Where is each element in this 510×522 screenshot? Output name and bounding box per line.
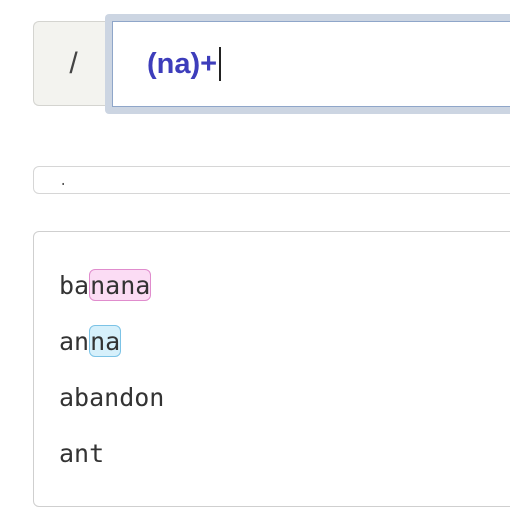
regex-pattern-text: (na)+ <box>147 47 218 80</box>
regex-delimiter: / <box>33 21 113 106</box>
test-string-line: anna <box>59 324 122 360</box>
test-string-line: abandon <box>59 380 164 416</box>
flags-text: . <box>59 174 68 190</box>
regex-input-row: / (na)+ <box>33 14 510 114</box>
regex-delimiter-label: / <box>69 46 78 80</box>
test-strings-panel[interactable]: banana anna abandon ant <box>33 231 510 507</box>
regex-pattern-input[interactable]: (na)+ <box>112 21 510 107</box>
test-string-pre: ant <box>59 439 105 468</box>
test-string-pre: ba <box>59 271 90 300</box>
match-highlight: na <box>89 325 122 357</box>
test-string-line: ant <box>59 436 104 472</box>
test-string-line: banana <box>59 268 152 304</box>
test-string-pre: an <box>59 327 90 356</box>
test-string-pre: abandon <box>59 383 165 412</box>
text-caret <box>219 47 222 81</box>
regex-tester: / (na)+ . banana anna abandon ant <box>0 0 510 522</box>
flags-field[interactable]: . <box>33 166 510 194</box>
match-highlight: nana <box>89 269 152 301</box>
